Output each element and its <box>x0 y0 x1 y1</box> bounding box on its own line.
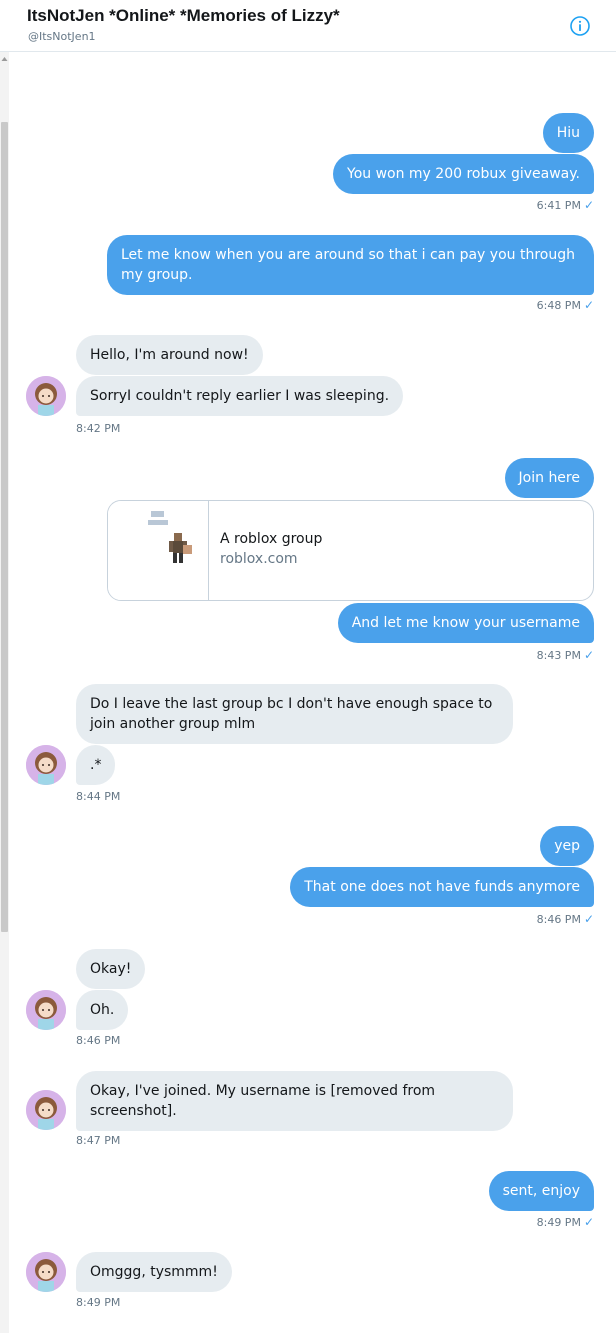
message-meta: 8:46 PM ✓ <box>537 912 594 926</box>
avatar[interactable] <box>26 745 66 785</box>
avatar-image <box>26 376 66 416</box>
message-timestamp: 8:46 PM <box>76 1034 121 1047</box>
message-bubble[interactable]: You won my 200 robux giveaway. <box>333 154 594 194</box>
read-receipt-icon: ✓ <box>583 1215 594 1229</box>
message-bubble[interactable]: Oh. <box>76 990 129 1030</box>
conversation-header: ItsNotJen *Online* *Memories of Lizzy* @… <box>0 0 616 52</box>
message-bubble[interactable]: Omggg, tysmmm! <box>76 1252 232 1292</box>
message-bubble[interactable]: SorryI couldn't reply earlier I was slee… <box>76 376 404 416</box>
link-preview-domain: roblox.com <box>220 551 298 567</box>
avatar[interactable] <box>26 1090 66 1130</box>
message-meta: 8:49 PM ✓ <box>537 1215 594 1229</box>
scrollbar-thumb[interactable] <box>1 122 8 932</box>
message-bubble[interactable]: Okay, I've joined. My username is [remov… <box>76 1071 513 1131</box>
avatar[interactable] <box>26 376 66 416</box>
avatar[interactable] <box>26 990 66 1030</box>
message-bubble[interactable]: Hiu <box>542 113 594 153</box>
message-timestamp: 8:49 PM <box>76 1296 121 1309</box>
conversation-title: ItsNotJen *Online* *Memories of Lizzy* <box>27 6 340 25</box>
message-timestamp: 8:46 PM <box>536 913 581 926</box>
message-meta: 6:48 PM ✓ <box>537 298 594 312</box>
message-meta: 8:43 PM ✓ <box>537 648 594 662</box>
message-bubble[interactable]: Join here <box>504 458 594 498</box>
info-icon[interactable] <box>569 15 591 37</box>
read-receipt-icon: ✓ <box>583 648 594 662</box>
conversation-handle: @ItsNotJen1 <box>28 30 96 43</box>
roblox-group-image <box>148 511 192 563</box>
message-bubble[interactable]: Hello, I'm around now! <box>76 335 263 375</box>
message-meta: 6:41 PM ✓ <box>537 198 594 212</box>
message-timestamp: 8:49 PM <box>536 1216 581 1229</box>
avatar-image <box>26 990 66 1030</box>
message-bubble[interactable]: That one does not have funds anymore <box>290 867 594 907</box>
scroll-up-arrow-icon[interactable] <box>0 54 9 64</box>
link-preview-title: A roblox group <box>220 531 323 547</box>
message-timestamp: 8:42 PM <box>76 422 121 435</box>
read-receipt-icon: ✓ <box>583 298 594 312</box>
read-receipt-icon: ✓ <box>583 198 594 212</box>
message-timestamp: 8:47 PM <box>76 1134 121 1147</box>
scrollbar[interactable] <box>0 52 9 1333</box>
message-timestamp: 8:44 PM <box>76 790 121 803</box>
message-bubble[interactable]: Let me know when you are around so that … <box>107 235 594 295</box>
message-bubble[interactable]: Okay! <box>76 949 146 989</box>
link-preview-thumbnail <box>108 501 209 600</box>
message-bubble[interactable]: sent, enjoy <box>488 1171 594 1211</box>
message-bubble[interactable]: yep <box>540 826 594 866</box>
message-timestamp: 6:41 PM <box>536 199 581 212</box>
message-timestamp: 8:43 PM <box>536 649 581 662</box>
message-timestamp: 6:48 PM <box>536 299 581 312</box>
avatar[interactable] <box>26 1252 66 1292</box>
link-preview-card[interactable]: A roblox group roblox.com <box>107 500 594 601</box>
message-bubble[interactable]: Do I leave the last group bc I don't hav… <box>76 684 513 744</box>
avatar-image <box>26 745 66 785</box>
message-bubble[interactable]: .* <box>76 745 116 785</box>
read-receipt-icon: ✓ <box>583 912 594 926</box>
message-bubble[interactable]: And let me know your username <box>337 603 594 643</box>
avatar-image <box>26 1252 66 1292</box>
avatar-image <box>26 1090 66 1130</box>
